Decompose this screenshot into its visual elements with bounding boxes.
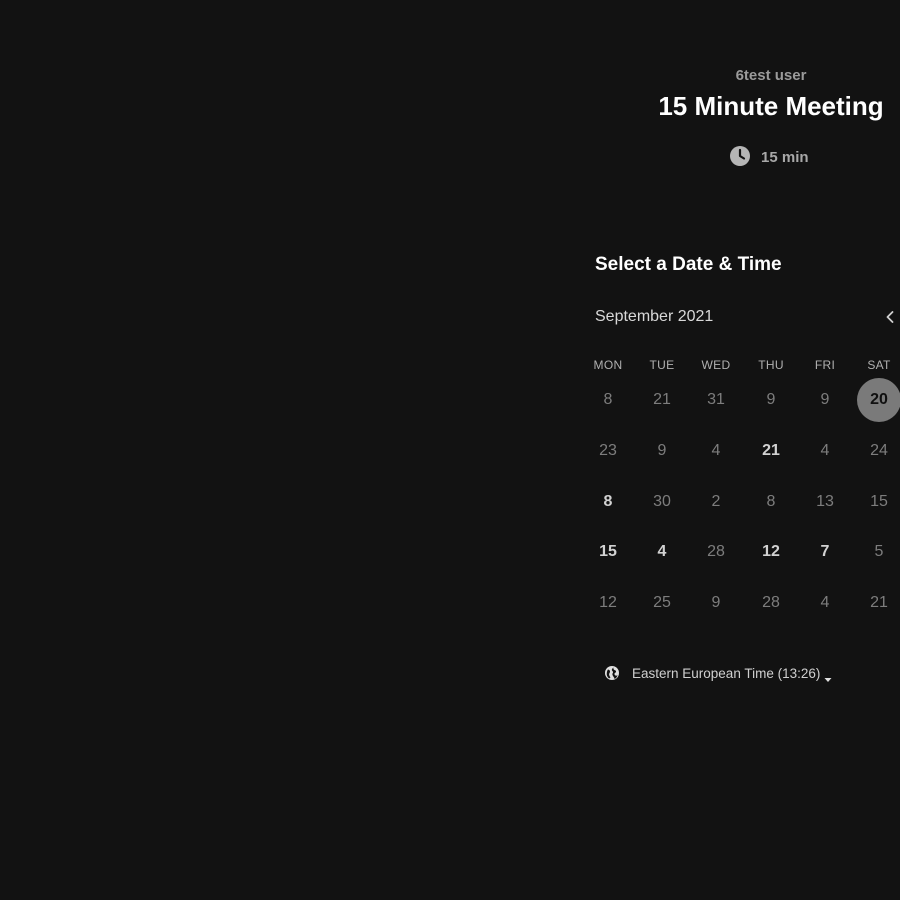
globe-icon	[604, 665, 620, 681]
weekday-label: WED	[701, 358, 731, 372]
calendar-day: 30	[653, 493, 671, 510]
calendar-day: 21	[653, 391, 671, 408]
event-title: 15 Minute Meeting	[658, 91, 884, 121]
booking-page: 6test user 15 Minute Meeting 15 min Sele…	[0, 0, 900, 900]
calendar-day: 9	[766, 391, 776, 408]
calendar-day: 4	[820, 594, 830, 611]
calendar-day[interactable]: 21	[749, 429, 793, 473]
calendar-day: 9	[657, 442, 667, 459]
calendar-day: 25	[653, 594, 671, 611]
weekday-label: SAT	[867, 358, 891, 372]
calendar-day: 31	[707, 391, 725, 408]
calendar-day: 23	[599, 442, 617, 459]
calendar-day: 13	[816, 493, 834, 510]
calendar-day: 24	[870, 442, 888, 459]
weekday-label: MON	[593, 358, 623, 372]
calendar-day[interactable]: 15	[586, 530, 630, 574]
selected-day[interactable]: 20	[857, 378, 900, 422]
calendar-day: 15	[870, 493, 888, 510]
calendar-day: 5	[874, 543, 884, 560]
calendar-day: 8	[603, 391, 613, 408]
calendar-day: 4	[820, 442, 830, 459]
weekday-label: TUE	[649, 358, 675, 372]
calendar-day: 9	[820, 391, 830, 408]
calendar-day[interactable]: 12	[749, 530, 793, 574]
section-title: Select a Date & Time	[595, 254, 782, 275]
calendar-day[interactable]: 7	[803, 530, 847, 574]
calendar-day[interactable]: 4	[640, 530, 684, 574]
event-duration: 15 min	[729, 145, 809, 167]
chevron-left-icon	[886, 311, 894, 323]
calendar-day: 9	[711, 594, 721, 611]
timezone-selector[interactable]: Eastern European Time (13:26)	[604, 663, 832, 683]
calendar-day[interactable]: 8	[586, 480, 630, 524]
calendar-day: 8	[766, 493, 776, 510]
calendar-day: 28	[707, 543, 725, 560]
clock-icon	[729, 145, 751, 167]
month-label: September 2021	[595, 308, 714, 325]
caret-down-icon	[824, 670, 832, 682]
calendar-day: 4	[711, 442, 721, 459]
calendar-day: 2	[711, 493, 721, 510]
prev-month-button[interactable]	[880, 307, 900, 327]
calendar-day: 28	[762, 594, 780, 611]
weekday-label: THU	[758, 358, 784, 372]
calendar-day: 21	[870, 594, 888, 611]
calendar-day: 12	[599, 594, 617, 611]
duration-label: 15 min	[761, 149, 809, 166]
timezone-label: Eastern European Time (13:26)	[632, 665, 821, 681]
host-name: 6test user	[735, 67, 807, 84]
weekday-label: FRI	[814, 358, 836, 372]
